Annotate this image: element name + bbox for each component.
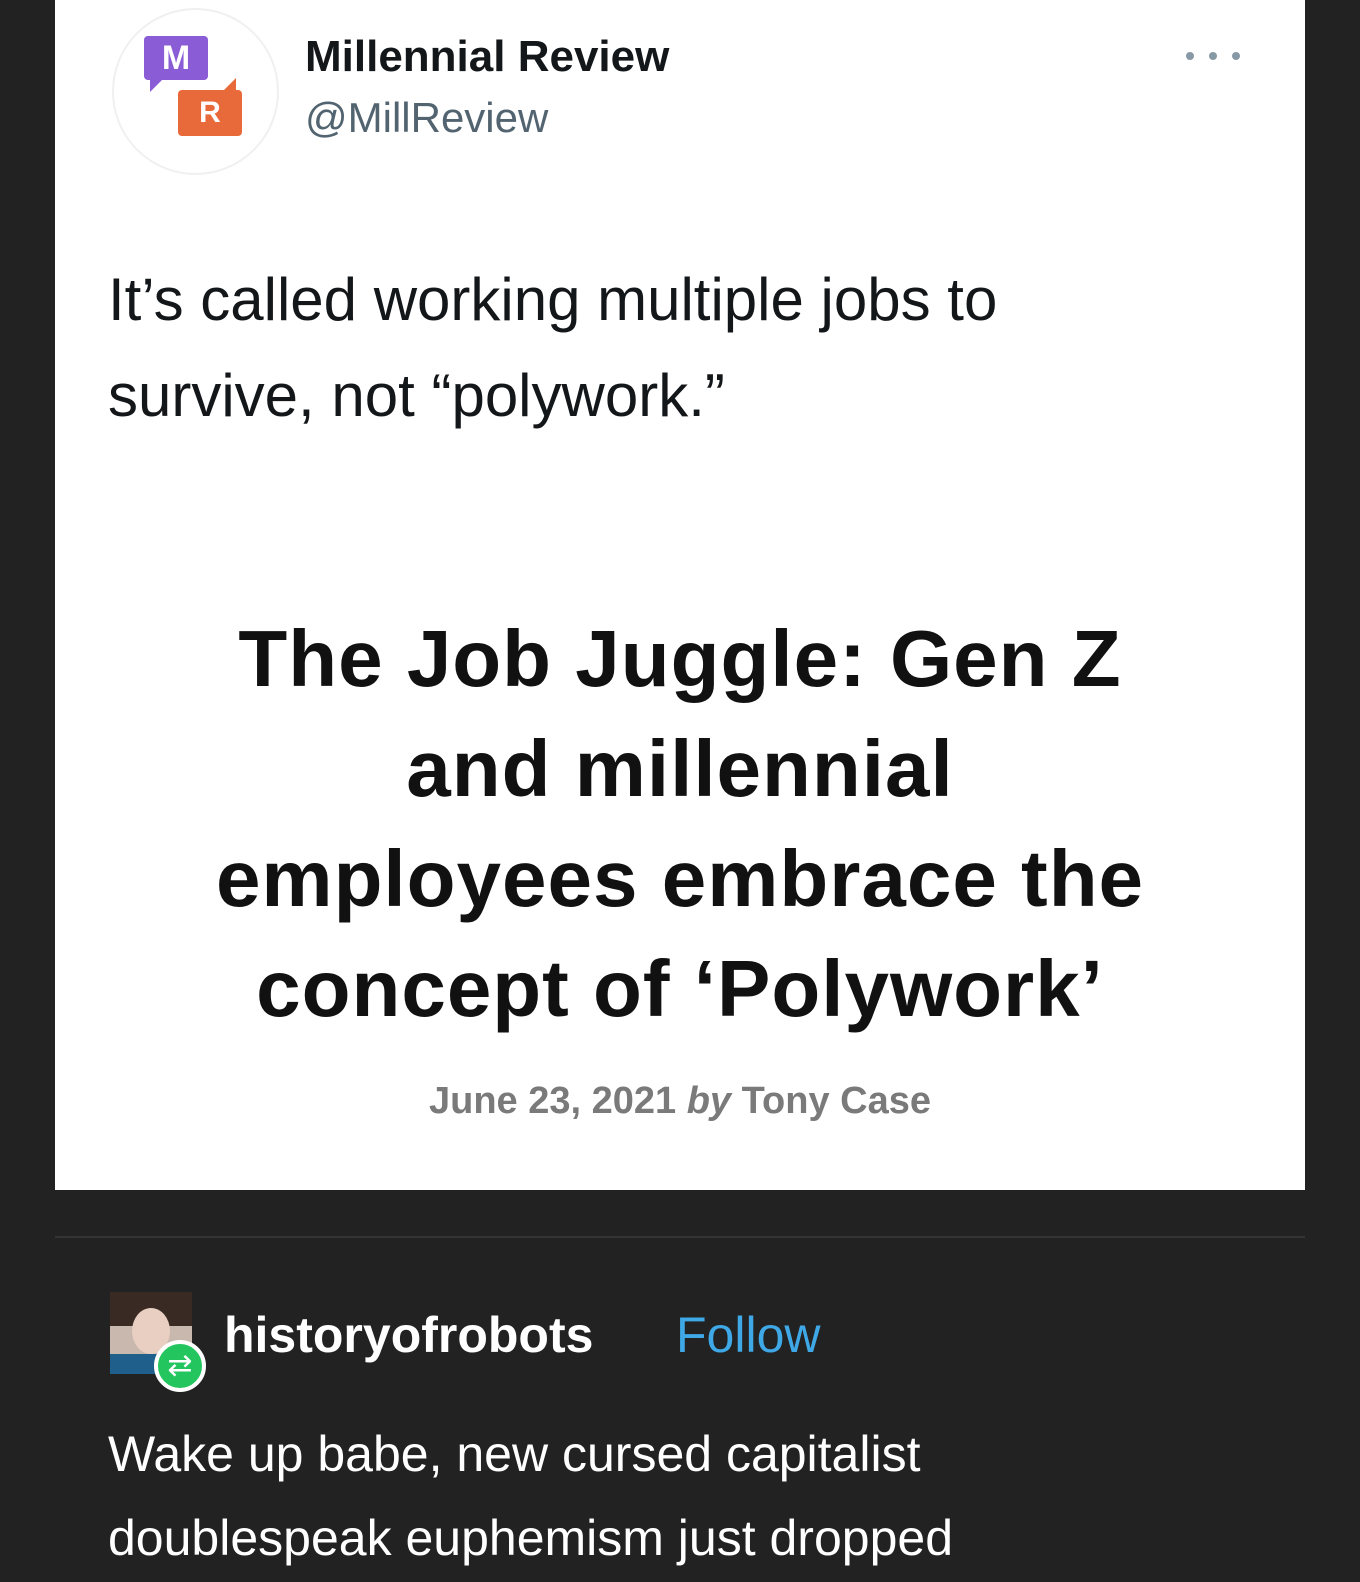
more-dot [1232, 52, 1240, 60]
tweet-text-line: It’s called working multiple jobs to [108, 266, 998, 333]
display-name[interactable]: Millennial Review [305, 32, 669, 82]
reblogger-username[interactable]: historyofrobots [224, 1306, 593, 1364]
headline-line: and millennial [406, 724, 954, 813]
headline-line: employees embrace the [215, 834, 1145, 923]
logo-r-mark: R [178, 78, 242, 136]
more-dot [1209, 52, 1217, 60]
headline-line: The Job Juggle: Gen Z [238, 614, 1122, 703]
reblog-comment: Wake up babe, new cursed capitalist doub… [108, 1412, 1308, 1580]
article-byline: June 23, 2021 by Tony Case [100, 1080, 1260, 1123]
logo-m-mark: M [144, 36, 208, 92]
article-date: June 23, 2021 [428, 1080, 677, 1122]
article-headline: The Job Juggle: Gen Z and millennial emp… [100, 604, 1260, 1044]
follow-button[interactable]: Follow [676, 1306, 820, 1364]
article-author: Tony Case [741, 1080, 931, 1122]
user-handle[interactable]: @MillReview [305, 94, 548, 142]
reblog-icon: ⇄ [154, 1340, 206, 1392]
post-divider [55, 1236, 1305, 1238]
tweet-text-line: survive, not “polywork.” [108, 362, 725, 429]
byline-by: by [686, 1080, 732, 1122]
tweet-text: It’s called working multiple jobs to sur… [108, 252, 1228, 444]
more-horizontal-icon[interactable] [1186, 46, 1240, 66]
reblog-text-line: doublespeak euphemism just dropped [108, 1510, 953, 1566]
reblog-text-line: Wake up babe, new cursed capitalist [108, 1426, 921, 1482]
headline-line: concept of ‘Polywork’ [256, 944, 1104, 1033]
more-dot [1186, 52, 1194, 60]
